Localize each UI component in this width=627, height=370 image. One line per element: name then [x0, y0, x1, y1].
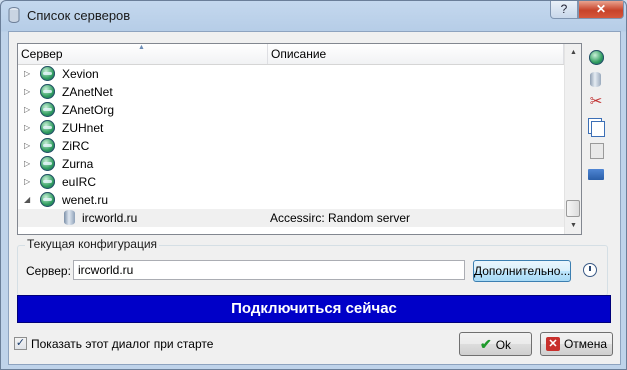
stopwatch-icon[interactable] [583, 263, 597, 277]
copy-icon[interactable] [591, 121, 605, 137]
vertical-scrollbar[interactable]: ▲ ▼ [564, 44, 581, 234]
dialog-body: Сервер ▲ Описание ▷ Xevion ▷ ZAnetNet ▷ … [8, 31, 621, 365]
globe-icon [40, 156, 55, 171]
collapse-arrow-icon[interactable]: ◢ [24, 191, 34, 209]
cancel-button-label: Отмена [563, 337, 608, 351]
tree-row-network[interactable]: ▷ ZUHnet [18, 119, 564, 137]
server-list-dialog: Список серверов ? ✕ Сервер ▲ Описание ▷ … [0, 0, 627, 370]
ok-button-label: Ok [495, 338, 512, 352]
globe-icon [40, 102, 55, 117]
column-header: Сервер ▲ Описание [18, 44, 564, 65]
network-name: euIRC [62, 175, 97, 189]
server-input[interactable]: ircworld.ru [73, 260, 465, 280]
server-tree-list[interactable]: Сервер ▲ Описание ▷ Xevion ▷ ZAnetNet ▷ … [17, 43, 582, 235]
globe-icon [40, 66, 55, 81]
column-description[interactable]: Описание [268, 44, 564, 64]
globe-icon [40, 84, 55, 99]
connect-now-button[interactable]: Подключиться сейчас [17, 295, 611, 323]
server-description: Accessirc: Random server [270, 211, 411, 225]
tree-row-network[interactable]: ▷ Zurna [18, 155, 564, 173]
help-button[interactable]: ? [550, 1, 578, 19]
globe-icon [40, 138, 55, 153]
network-name: ZAnetOrg [62, 103, 115, 117]
expand-arrow-icon[interactable]: ▷ [24, 155, 34, 173]
current-config-title: Текущая конфигурация [25, 237, 160, 251]
window-title: Список серверов [27, 8, 131, 23]
server-icon[interactable] [590, 72, 601, 87]
tree-row-network[interactable]: ▷ euIRC [18, 173, 564, 191]
scroll-thumb[interactable] [566, 200, 580, 217]
show-on-start-label[interactable]: Показать этот диалог при старте [31, 337, 213, 351]
show-on-start-checkbox[interactable]: ✓ [14, 337, 27, 350]
network-name: ZAnetNet [62, 85, 113, 99]
globe-icon [40, 120, 55, 135]
scroll-up-icon[interactable]: ▲ [565, 44, 581, 61]
network-name: ZUHnet [62, 121, 104, 135]
tree-row-network[interactable]: ◢ wenet.ru [18, 191, 564, 209]
tree-row-network[interactable]: ▷ ZAnetOrg [18, 101, 564, 119]
scissors-icon[interactable]: ✂ [587, 93, 605, 111]
globe-icon [40, 174, 55, 189]
advanced-button[interactable]: Дополнительно... [473, 260, 571, 282]
expand-arrow-icon[interactable]: ▷ [24, 119, 34, 137]
close-button[interactable]: ✕ [578, 1, 624, 19]
ok-button[interactable]: ✔ Ok [459, 332, 532, 356]
network-name: Xevion [62, 67, 99, 81]
paste-icon[interactable] [590, 143, 604, 159]
server-name: ircworld.ru [82, 211, 138, 225]
expand-arrow-icon[interactable]: ▷ [24, 101, 34, 119]
network-name: ZiRC [62, 139, 90, 153]
server-icon [64, 210, 75, 225]
tree-row-network[interactable]: ▷ ZAnetNet [18, 83, 564, 101]
expand-arrow-icon[interactable]: ▷ [24, 83, 34, 101]
scroll-down-icon[interactable]: ▼ [565, 217, 581, 234]
folder-icon[interactable] [588, 169, 604, 180]
globe-icon[interactable] [589, 50, 604, 65]
server-label: Сервер: [26, 264, 71, 278]
cancel-button[interactable]: ✕ Отмена [540, 332, 613, 356]
title-bar[interactable]: Список серверов ? ✕ [1, 1, 626, 31]
globe-icon [40, 192, 55, 207]
expand-arrow-icon[interactable]: ▷ [24, 137, 34, 155]
tree-row-network[interactable]: ▷ Xevion [18, 65, 564, 83]
sort-ascending-icon: ▲ [138, 44, 145, 51]
cancel-x-icon: ✕ [545, 336, 560, 351]
app-icon [8, 7, 20, 23]
network-name: wenet.ru [62, 193, 109, 207]
checkmark-icon: ✔ [479, 336, 492, 352]
tree-row-network[interactable]: ▷ ZiRC [18, 137, 564, 155]
network-name: Zurna [62, 157, 94, 171]
tree-row-server-selected[interactable]: ircworld.ru Accessirc: Random server [18, 209, 564, 227]
expand-arrow-icon[interactable]: ▷ [24, 173, 34, 191]
expand-arrow-icon[interactable]: ▷ [24, 65, 34, 83]
